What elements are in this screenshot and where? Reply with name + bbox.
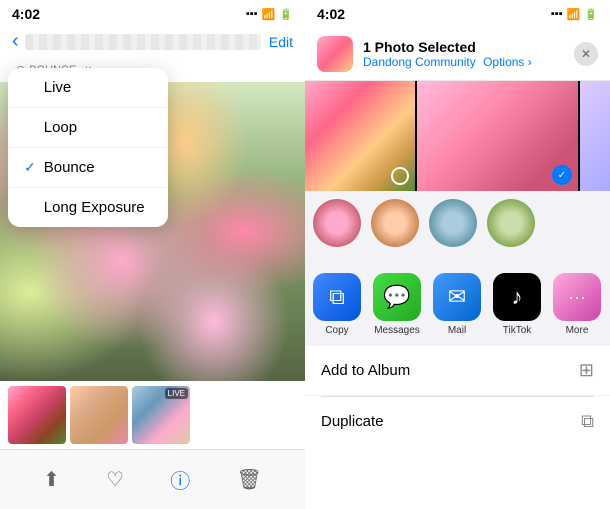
info-button[interactable]: ⓘ bbox=[162, 457, 198, 502]
share-button[interactable]: ⬆ bbox=[35, 459, 68, 500]
delete-button[interactable]: 🗑 bbox=[228, 459, 269, 500]
share-avatar bbox=[317, 36, 353, 72]
left-status-bar: 4:02 ▪▪▪ 📶 🔋 bbox=[0, 0, 305, 26]
share-info: 1 Photo Selected Dandong Community Optio… bbox=[363, 39, 564, 69]
dropdown-label-loop: Loop bbox=[44, 119, 77, 136]
contact-avatar-2 bbox=[371, 199, 419, 247]
app-messages[interactable]: 💬 Messages bbox=[373, 273, 421, 336]
left-panel: 4:02 ▪▪▪ 📶 🔋 ‹ Edit ⊙ BOUNCE ∨ ✓ Live ✓ … bbox=[0, 0, 305, 509]
app-name-copy: Copy bbox=[325, 325, 348, 336]
left-toolbar: ⬆ ♡ ⓘ 🗑 bbox=[0, 449, 305, 509]
share-title: 1 Photo Selected bbox=[363, 39, 564, 55]
dropdown-label-bounce: Bounce bbox=[44, 159, 95, 176]
app-more[interactable]: ··· More bbox=[553, 273, 601, 336]
battery-icon: 🔋 bbox=[279, 8, 293, 21]
nav-title bbox=[25, 34, 261, 50]
contact-2[interactable] bbox=[371, 199, 419, 259]
left-time: 4:02 bbox=[12, 6, 40, 22]
app-tiktok[interactable]: ♪ TikTok bbox=[493, 273, 541, 336]
back-button[interactable]: ‹ bbox=[12, 30, 19, 53]
preview-photo-2[interactable]: ✓ bbox=[417, 81, 578, 191]
thumbnail-2[interactable] bbox=[70, 386, 128, 444]
action-list: Add to Album ⊞ Duplicate ⧉ bbox=[305, 346, 610, 509]
contact-1[interactable] bbox=[313, 199, 361, 259]
thumbnail-label: LIVE bbox=[165, 388, 188, 399]
dropdown-item-long-exposure[interactable]: ✓ Long Exposure bbox=[8, 188, 168, 227]
dropdown-label-live: Live bbox=[44, 79, 72, 96]
community-name: Dandong Community bbox=[363, 55, 476, 69]
edit-button[interactable]: Edit bbox=[269, 34, 293, 50]
right-status-bar: 4:02 ▪▪▪ 📶 🔋 bbox=[305, 0, 610, 26]
options-link[interactable]: Options › bbox=[483, 55, 532, 69]
dropdown-menu: ✓ Live ✓ Loop ✓ Bounce ✓ Long Exposure bbox=[8, 68, 168, 227]
dropdown-item-bounce[interactable]: ✓ Bounce bbox=[8, 148, 168, 188]
add-to-album-label: Add to Album bbox=[321, 362, 410, 379]
photo-previews: ✓ bbox=[305, 81, 610, 191]
messages-icon: 💬 bbox=[373, 273, 421, 321]
share-subtitle: Dandong Community Options › bbox=[363, 55, 564, 69]
close-button[interactable]: ✕ bbox=[574, 42, 598, 66]
dropdown-label-long-exposure: Long Exposure bbox=[44, 199, 145, 216]
mail-icon: ✉ bbox=[433, 273, 481, 321]
app-name-mail: Mail bbox=[448, 325, 466, 336]
dropdown-item-live[interactable]: ✓ Live bbox=[8, 68, 168, 108]
contact-avatar-1 bbox=[313, 199, 361, 247]
add-to-album-action[interactable]: Add to Album ⊞ bbox=[305, 346, 610, 396]
right-status-icons: ▪▪▪ 📶 🔋 bbox=[551, 8, 598, 21]
duplicate-label: Duplicate bbox=[321, 413, 384, 430]
battery-icon: 🔋 bbox=[584, 8, 598, 21]
app-name-more: More bbox=[566, 325, 589, 336]
contact-avatar-3 bbox=[429, 199, 477, 247]
signal-icon: ▪▪▪ bbox=[551, 8, 563, 20]
app-copy[interactable]: ⧉ Copy bbox=[313, 273, 361, 336]
duplicate-action[interactable]: Duplicate ⧉ bbox=[305, 397, 610, 446]
preview-photo-3[interactable] bbox=[580, 81, 610, 191]
left-status-icons: ▪▪▪ 📶 🔋 bbox=[246, 8, 293, 21]
wifi-icon: 📶 bbox=[262, 8, 276, 21]
favorite-button[interactable]: ♡ bbox=[98, 459, 132, 500]
right-panel: 4:02 ▪▪▪ 📶 🔋 1 Photo Selected Dandong Co… bbox=[305, 0, 610, 509]
app-mail[interactable]: ✉ Mail bbox=[433, 273, 481, 336]
contacts-row bbox=[305, 191, 610, 267]
more-icon: ··· bbox=[553, 273, 601, 321]
app-name-tiktok: TikTok bbox=[503, 325, 532, 336]
left-nav-bar: ‹ Edit bbox=[0, 26, 305, 57]
preview-photo-1 bbox=[305, 81, 415, 191]
app-name-messages: Messages bbox=[374, 325, 420, 336]
check-icon: ✓ bbox=[24, 159, 36, 176]
dropdown-item-loop[interactable]: ✓ Loop bbox=[8, 108, 168, 148]
contact-avatar-4 bbox=[487, 199, 535, 247]
duplicate-icon: ⧉ bbox=[581, 411, 594, 432]
signal-icon: ▪▪▪ bbox=[246, 8, 258, 20]
share-header: 1 Photo Selected Dandong Community Optio… bbox=[305, 26, 610, 81]
radio-circle bbox=[391, 167, 409, 185]
right-time: 4:02 bbox=[317, 6, 345, 22]
apps-row: ⧉ Copy 💬 Messages ✉ Mail ♪ TikTok ··· Mo… bbox=[305, 267, 610, 346]
thumbnail-1[interactable] bbox=[8, 386, 66, 444]
copy-icon: ⧉ bbox=[313, 273, 361, 321]
album-icon: ⊞ bbox=[579, 360, 594, 381]
contact-3[interactable] bbox=[429, 199, 477, 259]
thumbnail-strip: LIVE bbox=[0, 381, 305, 449]
wifi-icon: 📶 bbox=[567, 8, 581, 21]
tiktok-icon: ♪ bbox=[493, 273, 541, 321]
selected-badge: ✓ bbox=[552, 165, 572, 185]
thumbnail-3[interactable]: LIVE bbox=[132, 386, 190, 444]
contact-4[interactable] bbox=[487, 199, 535, 259]
